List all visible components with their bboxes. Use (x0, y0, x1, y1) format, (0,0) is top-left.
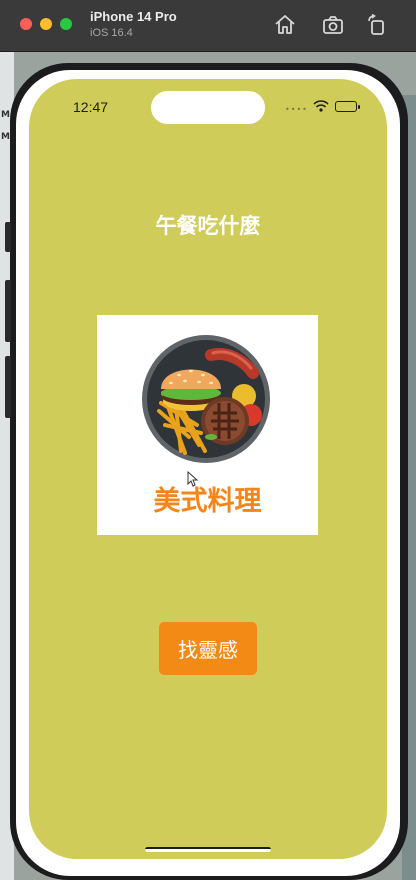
device-name: iPhone 14 Pro (90, 9, 177, 24)
cuisine-label: 美式料理 (153, 486, 262, 517)
signal-dots-icon: •••• (285, 105, 308, 114)
mute-switch (5, 222, 11, 252)
simulator-titlebar: iPhone 14 Pro iOS 16.4 (0, 0, 416, 52)
background-text: M (1, 132, 10, 142)
volume-up-button (5, 280, 11, 342)
close-window-button[interactable] (20, 18, 32, 30)
status-time: 12:47 (73, 99, 109, 115)
mouse-cursor-icon (187, 471, 199, 487)
rotate-icon[interactable] (365, 13, 389, 37)
volume-down-button (5, 356, 11, 418)
page-title: 午餐吃什麼 (155, 214, 261, 238)
wifi-icon (313, 100, 329, 112)
minimize-window-button[interactable] (40, 18, 52, 30)
os-version: iOS 16.4 (90, 27, 133, 39)
battery-icon (335, 101, 360, 112)
app-screen: 12:47 •••• 午餐吃什麼 美式料理 找靈感 (29, 79, 387, 859)
find-inspiration-button[interactable]: 找靈感 (159, 622, 257, 675)
cuisine-card: 美式料理 (97, 315, 318, 535)
background-text: M (1, 110, 10, 120)
zoom-window-button[interactable] (60, 18, 72, 30)
dynamic-island (150, 90, 266, 125)
home-icon[interactable] (273, 13, 297, 37)
food-plate-icon (142, 335, 270, 463)
home-indicator (145, 847, 271, 852)
screenshot-icon[interactable] (321, 13, 345, 37)
